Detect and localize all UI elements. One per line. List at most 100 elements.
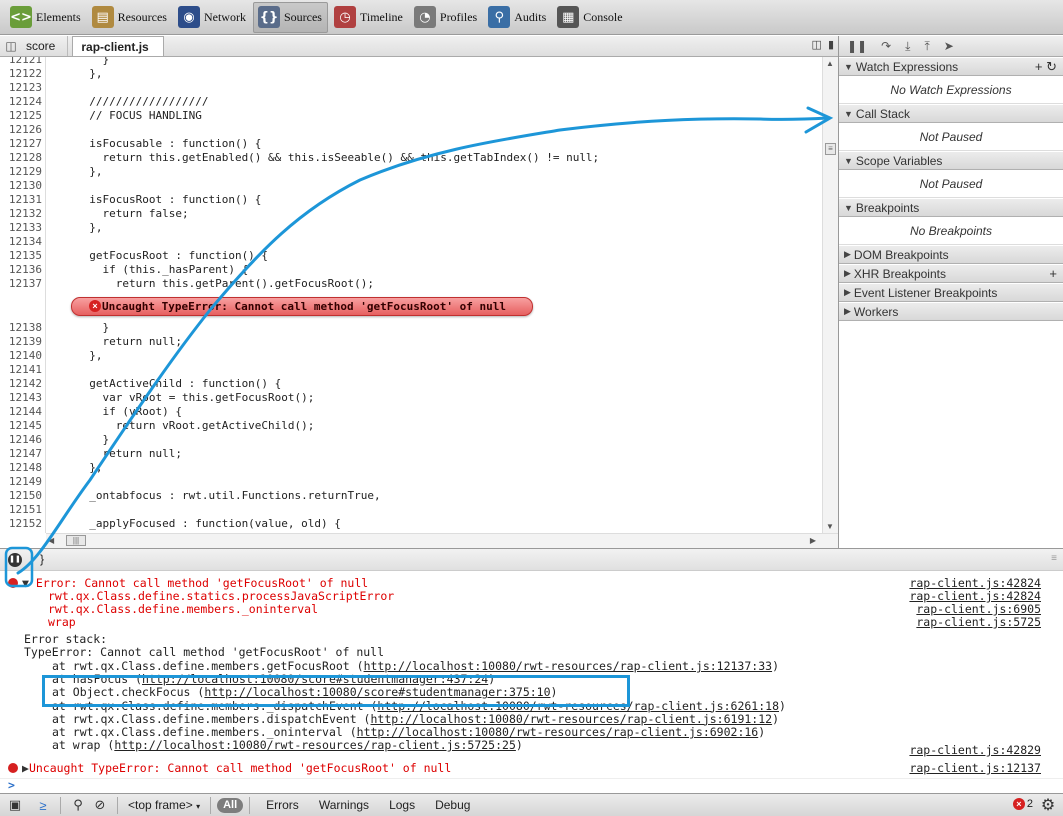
section-body: Not Paused — [839, 170, 1063, 198]
line-text: var vRoot = this.getFocusRoot(); — [76, 391, 315, 404]
code-vertical-scrollbar[interactable]: ≡ ▲ ▼ — [822, 57, 838, 533]
error-counter[interactable]: × 2 — [1012, 798, 1033, 810]
elements-icon: <> — [10, 6, 32, 28]
step-over-icon[interactable]: ↷ — [881, 39, 891, 53]
source-link[interactable]: rap-client.js:12137 — [909, 762, 1041, 775]
line-number: 12151 — [8, 503, 42, 516]
section-scope-variables[interactable]: ▼ Scope Variables — [839, 151, 1063, 170]
clear-console-icon[interactable]: ⊘ — [89, 797, 111, 813]
code-line: 12122 }, — [0, 67, 800, 81]
error-bubble-text: Uncaught TypeError: Cannot call method '… — [102, 300, 506, 313]
tab-network[interactable]: ◉ Network — [174, 2, 251, 33]
dock-icon[interactable]: ▮ — [828, 38, 834, 51]
section-call-stack[interactable]: ▼ Call Stack — [839, 104, 1063, 123]
code-line: 12146 } — [0, 433, 800, 447]
tab-timeline[interactable]: ◷ Timeline — [330, 2, 408, 33]
step-into-icon[interactable]: ⤓ — [905, 39, 910, 54]
section-actions[interactable]: + — [1049, 266, 1057, 281]
line-number: 12143 — [8, 391, 42, 404]
frame-selector-label: <top frame> — [128, 798, 193, 812]
source-link[interactable]: rap-client.js:42829 — [909, 744, 1041, 757]
panel-toolbar: <> Elements ▤ Resources ◉ Network{} Sources ◷ Ti… — [0, 0, 1063, 35]
tab-score[interactable]: score — [22, 36, 69, 56]
line-text: getFocusRoot : function() { — [76, 249, 269, 262]
status-bar: ▣ ≥ ⚲ ⊘ <top frame> ▾ All Errors Warnings… — [0, 793, 1063, 816]
stack-frame: at rwt.qx.Class.define.members.dispatchE… — [0, 712, 1063, 726]
navigator-toggle-icon[interactable]: ◫ — [0, 36, 22, 56]
source-link[interactable]: rap-client.js:5725 — [916, 616, 1041, 629]
tab-resources[interactable]: ▤ Resources — [88, 2, 172, 33]
scroll-left-icon[interactable]: ◀ — [48, 536, 54, 545]
frame-selector[interactable]: <top frame> ▾ — [128, 798, 200, 812]
tab-profiles[interactable]: ◔ Profiles — [410, 2, 482, 33]
line-text: } — [76, 57, 110, 66]
filter-logs[interactable]: Logs — [389, 798, 415, 812]
timeline-icon: ◷ — [333, 6, 356, 28]
stack-frame: at rwt.qx.Class.define.members.getFocusR… — [0, 660, 1063, 673]
section-actions[interactable]: + ↻ — [1035, 59, 1057, 75]
tab-label: Profiles — [439, 9, 478, 24]
audits-icon: ⚲ — [488, 6, 511, 28]
settings-gear-icon[interactable]: ⚙ — [1037, 795, 1059, 815]
tab-elements[interactable]: <> Elements — [6, 2, 86, 33]
section-breakpoints[interactable]: ▼ Breakpoints — [839, 198, 1063, 217]
triangle-right-icon: ▶ — [844, 249, 851, 259]
filter-errors[interactable]: Errors — [266, 798, 299, 812]
pause-on-exceptions-icon[interactable]: ❚❚ — [8, 553, 22, 567]
sidebar-toggle-icon[interactable]: ◫ — [812, 38, 822, 51]
code-horizontal-scrollbar[interactable]: ◀ ||| ▶ — [46, 533, 838, 548]
section-dom-breakpoints[interactable]: ▶ DOM Breakpoints — [839, 245, 1063, 264]
filter-debug[interactable]: Debug — [435, 798, 470, 812]
console-drawer-icon[interactable]: ≥ — [32, 798, 54, 813]
tab-label: Resources — [117, 9, 167, 24]
filter-all[interactable]: All — [217, 797, 244, 813]
error-icon: × — [89, 300, 101, 312]
stack-url-link[interactable]: http://localhost:10080/rwt-resources/rap… — [357, 725, 759, 739]
stack-url-link[interactable]: http://localhost:10080/rwt-resources/rap… — [371, 712, 773, 726]
scroll-down-icon[interactable]: ▼ — [826, 522, 834, 531]
line-number: 12134 — [8, 235, 42, 248]
line-number: 12146 — [8, 433, 42, 446]
code-editor[interactable]: 12121 } 12122 }, 12123 12124 //////////////… — [0, 57, 838, 533]
code-line: 12123 — [0, 81, 800, 95]
line-text: return false; — [76, 207, 189, 220]
scroll-up-icon[interactable]: ▲ — [826, 59, 834, 68]
step-out-icon[interactable]: ⤒ — [924, 39, 929, 54]
section-event-listener-breakpoints[interactable]: ▶ Event Listener Breakpoints — [839, 283, 1063, 302]
pause-icon[interactable]: ❚❚ — [847, 39, 867, 53]
section-body: No Watch Expressions — [839, 76, 1063, 104]
filter-warnings[interactable]: Warnings — [319, 798, 369, 812]
section-xhr-breakpoints[interactable]: ▶ XHR Breakpoints + — [839, 264, 1063, 283]
section-workers[interactable]: ▶ Workers — [839, 302, 1063, 321]
error-count-icon: × — [1012, 798, 1025, 810]
tab-audits[interactable]: ⚲ Audits — [484, 2, 551, 33]
console-src-row: rap-client.js:42829 — [0, 744, 1063, 757]
deactivate-breakpoints-icon[interactable]: ➤ — [944, 39, 954, 53]
search-icon[interactable]: ⚲ — [67, 797, 89, 813]
line-number: 12132 — [8, 207, 42, 220]
tab-label: Console — [583, 9, 623, 24]
line-number: 12122 — [8, 67, 42, 80]
dock-toggle-icon[interactable]: ▣ — [4, 797, 26, 813]
resize-handle-icon[interactable]: ≡ — [1051, 553, 1057, 564]
tab-console[interactable]: ▦ Console — [553, 2, 627, 33]
console-text: TypeError: Cannot call method 'getFocusR… — [24, 645, 385, 659]
section-watch-expressions[interactable]: ▼ Watch Expressions + ↻ — [839, 57, 1063, 76]
console-output: ▼ Error: Cannot call method 'getFocusRoo… — [0, 571, 1063, 793]
code-line: 12151 — [0, 503, 800, 517]
tab-rap-client[interactable]: rap-client.js — [72, 36, 164, 56]
triangle-down-icon: ▼ — [844, 108, 853, 119]
code-line: 12129 }, — [0, 165, 800, 179]
tab-sources[interactable]: {} Sources — [252, 1, 328, 33]
triangle-down-icon: ▼ — [844, 202, 853, 213]
scroll-thumb[interactable]: ≡ — [825, 143, 836, 155]
line-number: 12128 — [8, 151, 42, 164]
stack-url-link[interactable]: http://localhost:10080/rwt-resources/rap… — [364, 659, 773, 673]
line-text: return this.getParent().getFocusRoot(); — [76, 277, 375, 290]
scroll-right-icon[interactable]: ▶ — [810, 536, 816, 545]
console-src-row: rap-client.js:12137 — [0, 762, 1063, 775]
console-text: ) — [772, 659, 779, 673]
hscroll-thumb[interactable]: ||| — [66, 535, 86, 546]
console-prompt[interactable]: > — [0, 778, 15, 792]
tab-rap-client-label: rap-client.js — [81, 39, 149, 54]
